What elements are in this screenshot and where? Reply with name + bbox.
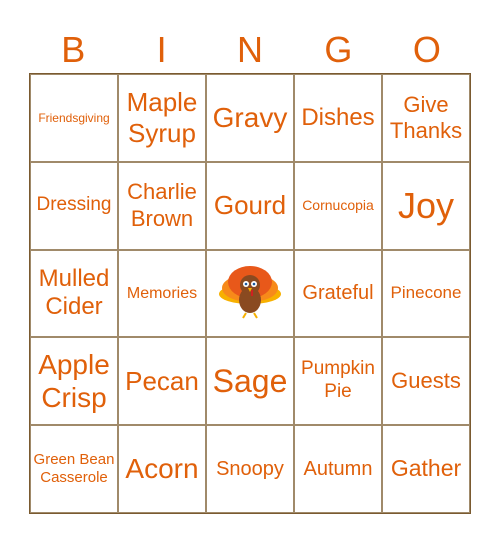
cell-label: Cornucopia — [302, 197, 374, 214]
bingo-cell[interactable]: Maple Syrup — [118, 74, 206, 162]
header-letter: O — [412, 29, 441, 70]
cell-label: Memories — [126, 284, 198, 302]
bingo-cell[interactable]: Mulled Cider — [30, 249, 118, 338]
cell-label: Joy — [397, 185, 455, 227]
cell-label: Guests — [391, 368, 461, 394]
cell-label: Pumpkin Pie — [301, 358, 375, 403]
cell-label: Dishes — [301, 103, 375, 131]
header-letter: B — [61, 29, 86, 70]
cell-label: Snoopy — [216, 458, 284, 481]
bingo-cell[interactable]: Pecan — [118, 337, 206, 426]
cell-label: Mulled Cider — [38, 264, 110, 321]
bingo-cell[interactable]: Autumn — [294, 425, 382, 513]
cell-label: Grateful — [302, 282, 374, 305]
bingo-cell[interactable]: Pumpkin Pie — [294, 337, 382, 426]
bingo-cell[interactable]: Memories — [118, 249, 206, 338]
cell-label: Dressing — [36, 194, 112, 216]
bingo-cell[interactable]: Cornucopia — [294, 161, 382, 250]
cell-label: Apple Crisp — [38, 348, 110, 414]
cell-label: Gravy — [212, 102, 288, 134]
cell-label: Green Bean Casserole — [33, 451, 115, 487]
bingo-cell[interactable]: Dishes — [294, 74, 382, 162]
cell-label: Charlie Brown — [127, 179, 197, 231]
cell-label: Sage — [212, 363, 288, 400]
turkey-icon — [219, 266, 281, 319]
cell-label: Maple Syrup — [126, 86, 198, 148]
cell-label: Pecan — [125, 365, 199, 396]
bingo-cell[interactable]: Joy — [382, 161, 470, 250]
bingo-cell[interactable]: Sage — [206, 337, 294, 426]
cell-label: Autumn — [303, 458, 373, 481]
bingo-cell[interactable]: Gourd — [206, 161, 294, 250]
bingo-cell[interactable]: Charlie Brown — [118, 161, 206, 250]
bingo-cell[interactable]: Pinecone — [382, 249, 470, 338]
cell-label: Friendsgiving — [38, 110, 110, 125]
bingo-card: Friendsgiving Maple Syrup Gravy Dishes Give … — [29, 73, 471, 514]
cell-label: Give Thanks — [389, 91, 463, 143]
bingo-cell[interactable]: Grateful — [294, 249, 382, 338]
bingo-cell[interactable]: Acorn — [118, 425, 206, 513]
header-letter: G — [324, 29, 353, 70]
bingo-cell[interactable]: Guests — [382, 337, 470, 426]
bingo-cell[interactable]: Dressing — [30, 161, 118, 250]
bingo-header: B I N G O — [29, 28, 471, 72]
header-letter: I — [156, 29, 167, 70]
bingo-cell[interactable]: Give Thanks — [382, 74, 470, 162]
header-letter: N — [237, 29, 264, 70]
free-space-cell[interactable] — [206, 249, 294, 338]
cell-label: Gourd — [213, 190, 287, 221]
bingo-cell[interactable]: Gravy — [206, 74, 294, 162]
bingo-cell[interactable]: Gather — [382, 425, 470, 513]
bingo-cell[interactable]: Snoopy — [206, 425, 294, 513]
cell-label: Gather — [390, 455, 462, 482]
bingo-cell[interactable]: Green Bean Casserole — [30, 425, 118, 513]
cell-label: Pinecone — [390, 283, 462, 303]
bingo-cell[interactable]: Apple Crisp — [30, 337, 118, 426]
bingo-cell[interactable]: Friendsgiving — [30, 74, 118, 162]
cell-label: Acorn — [125, 453, 199, 485]
